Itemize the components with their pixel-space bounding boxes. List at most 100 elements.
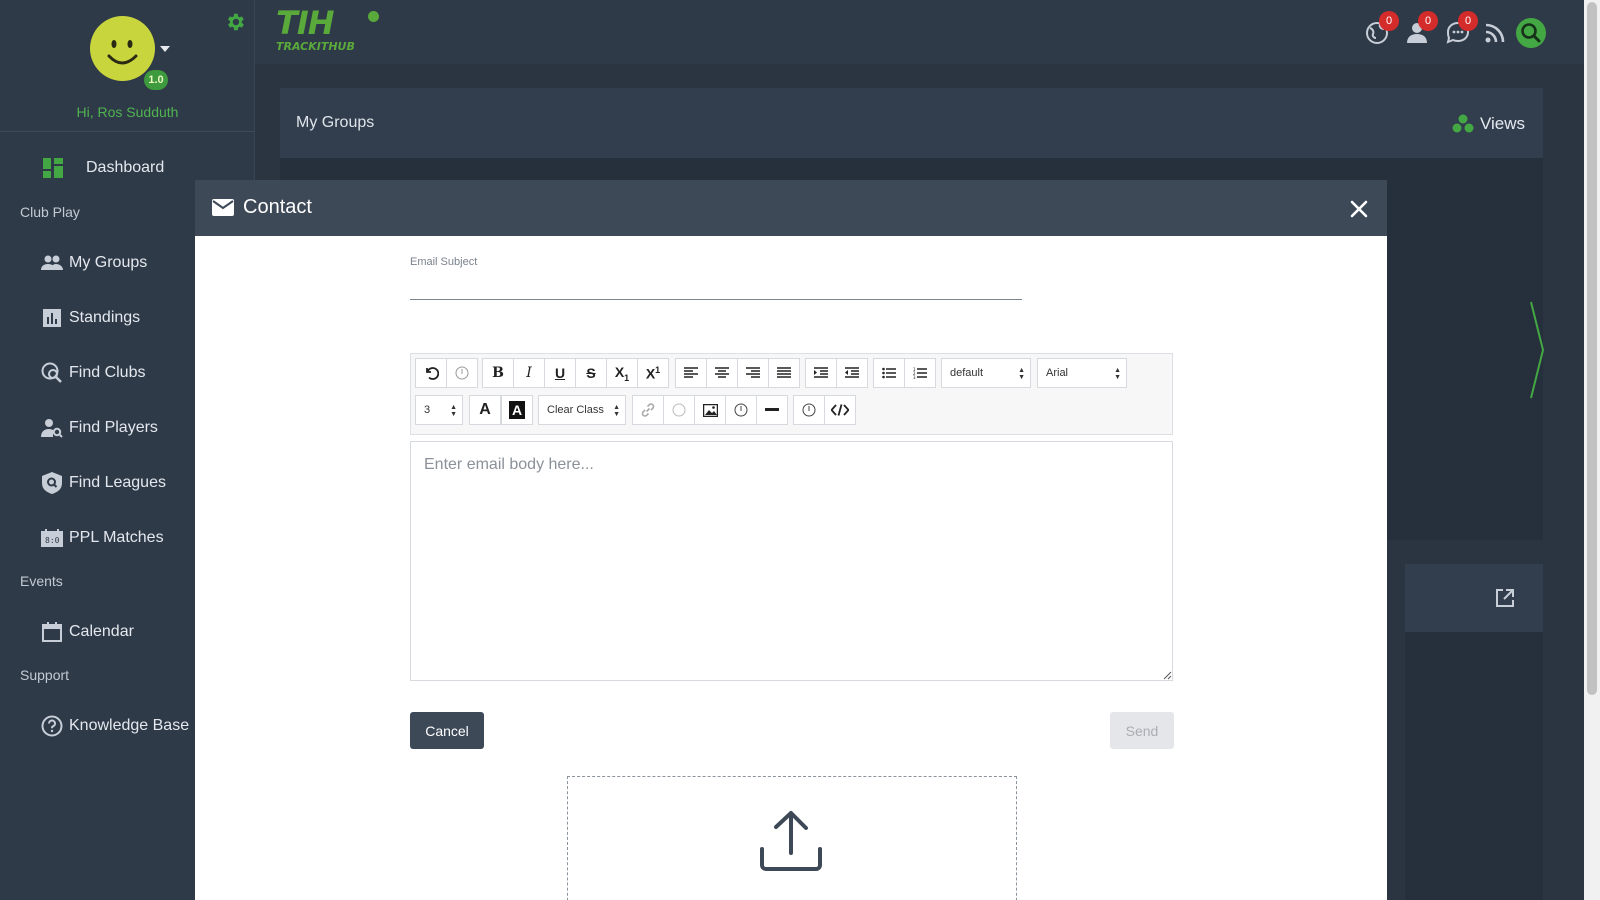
search-button[interactable] [1516,18,1546,48]
resize-handle-icon[interactable] [1162,670,1172,680]
file-dropzone[interactable] [567,776,1017,900]
indent-button[interactable] [805,358,837,388]
font-size-select[interactable]: 3 ▲ ▼ [415,395,463,425]
sidebar-item-find-clubs[interactable]: Find Clubs [41,362,145,384]
class-select[interactable]: Clear Class ▲ ▼ [538,395,626,425]
smiley-face-icon [107,40,138,65]
panel-title: My Groups [296,114,375,131]
sidebar-item-calendar[interactable]: Calendar [41,621,134,643]
align-right-icon [746,367,760,378]
sidebar-item-label: Find Players [69,419,158,436]
bold-button[interactable]: B [482,358,514,388]
text-color-button[interactable]: A [469,395,501,425]
section-club-play: Club Play [20,204,80,220]
leaf-icon [368,11,379,22]
placeholder-icon [734,403,748,417]
dashboard-icon [42,157,64,179]
sidebar-item-dashboard[interactable]: Dashboard [42,157,164,179]
page-scrollbar[interactable] [1584,0,1600,900]
modal-title: Contact [243,196,312,218]
svg-text:8:0: 8:0 [45,536,60,545]
italic-button[interactable]: I [513,358,545,388]
views-icon [1452,114,1474,133]
sidebar-item-standings[interactable]: Standings [41,307,140,329]
sidebar-item-knowledge-base[interactable]: Knowledge Base [41,715,189,737]
scoreboard-icon: 8:0 [41,527,63,549]
insert-image-button[interactable] [694,395,726,425]
gear-icon[interactable] [224,11,246,33]
superscript-button[interactable]: X1 [637,358,669,388]
user-greeting: Hi, Ros Sudduth [76,104,179,120]
align-justify-button[interactable] [768,358,800,388]
email-body-textarea[interactable] [410,441,1173,681]
user-avatar[interactable] [90,16,155,81]
outdent-button[interactable] [836,358,868,388]
strikethrough-button[interactable]: S [575,358,607,388]
send-button[interactable]: Send [1110,712,1174,749]
select-arrows-icon: ▲ ▼ [450,404,457,418]
align-center-button[interactable] [706,358,738,388]
underline-button[interactable]: U [544,358,576,388]
trackithub-logo[interactable]: TIH TRACKITHUB [276,4,379,53]
undo-icon [426,367,439,380]
paragraph-style-select[interactable]: default ▲ ▼ [941,358,1031,388]
logo-mark: TIH [276,4,335,42]
link-button[interactable] [632,395,664,425]
unlink-button[interactable] [663,395,695,425]
insert-video-button[interactable] [725,395,757,425]
highlight-color-icon: A [509,401,525,419]
secondary-panel [1405,564,1543,900]
redo-icon [455,366,469,380]
image-icon [702,403,718,417]
sidebar-item-my-groups[interactable]: My Groups [41,252,147,274]
user-notification-badge: 0 [1418,11,1438,31]
sidebar-item-label: Calendar [69,623,134,640]
select-arrows-icon: ▲ ▼ [1114,367,1121,381]
align-left-icon [684,367,698,378]
numbered-list-button[interactable]: 123 [904,358,936,388]
font-family-select[interactable]: Arial ▲ ▼ [1037,358,1127,388]
close-icon[interactable] [1348,198,1370,220]
sidebar-item-find-players[interactable]: Find Players [41,417,158,439]
chevron-down-icon[interactable] [160,46,170,52]
sidebar-item-find-leagues[interactable]: Find Leagues [41,472,166,494]
sidebar-item-label: PPL Matches [69,529,164,546]
globe-notification-badge: 0 [1379,11,1399,31]
section-events: Events [20,573,63,589]
unlink-icon [672,403,686,417]
redo-button[interactable] [446,358,478,388]
level-badge: 1.0 [144,70,168,90]
font-size-value: 3 [424,404,431,416]
find-clubs-icon [41,362,63,384]
class-select-value: Clear Class [547,404,604,416]
link-icon [641,403,655,417]
panel-header: My Groups Views [280,88,1543,158]
chevron-right-icon[interactable] [1529,300,1545,400]
paragraph-style-value: default [950,367,984,379]
align-right-button[interactable] [737,358,769,388]
align-center-icon [715,367,729,378]
horizontal-rule-button[interactable] [756,395,788,425]
external-link-icon[interactable] [1495,588,1515,608]
email-subject-input[interactable] [410,272,1022,300]
cancel-button[interactable]: Cancel [410,712,484,749]
sidebar-item-label: Standings [69,309,141,326]
subscript-button[interactable]: X1 [606,358,638,388]
fullscreen-button[interactable] [793,395,825,425]
background-color-button[interactable]: A [501,395,533,425]
page-scrollbar-thumb[interactable] [1587,2,1597,695]
align-left-button[interactable] [675,358,707,388]
calendar-icon [41,621,63,643]
undo-button[interactable] [415,358,447,388]
rss-icon[interactable] [1484,22,1506,44]
sidebar-item-ppl-matches[interactable]: 8:0 PPL Matches [41,527,164,549]
subject-label: Email Subject [410,256,478,268]
select-arrows-icon: ▲ ▼ [613,404,620,418]
sidebar-item-label: Knowledge Base [69,717,190,734]
help-circle-icon [41,715,63,737]
code-view-button[interactable] [824,395,856,425]
bullet-list-button[interactable] [873,358,905,388]
code-icon [831,404,849,416]
sidebar-item-label: Dashboard [86,159,165,176]
views-button[interactable]: Views [1452,114,1525,134]
